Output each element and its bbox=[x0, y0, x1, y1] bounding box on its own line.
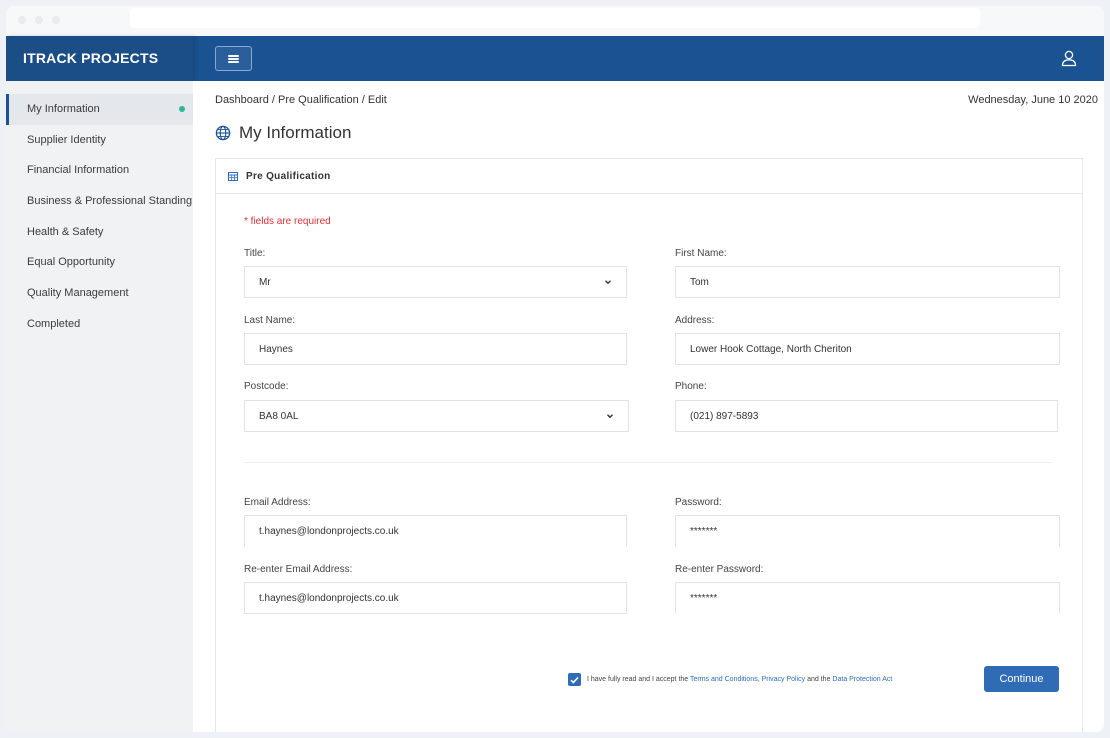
user-icon[interactable] bbox=[1060, 49, 1078, 67]
address-input[interactable] bbox=[690, 334, 1059, 364]
minimize-dot[interactable] bbox=[35, 16, 43, 24]
globe-icon bbox=[215, 125, 231, 141]
section-divider bbox=[244, 462, 1052, 463]
sidebar-item-financial-information[interactable]: Financial Information bbox=[6, 155, 193, 186]
main-content: Dashboard / Pre Qualification / Edit Wed… bbox=[193, 81, 1104, 732]
email-confirm-input[interactable] bbox=[259, 583, 626, 613]
sidebar-item-health-safety[interactable]: Health & Safety bbox=[6, 217, 193, 248]
password-input[interactable] bbox=[690, 516, 1059, 546]
address-bar[interactable] bbox=[130, 8, 980, 28]
last-name-label: Last Name: bbox=[244, 315, 296, 326]
sidebar-item-supplier-identity[interactable]: Supplier Identity bbox=[6, 125, 193, 156]
browser-chrome bbox=[6, 6, 1104, 36]
card-title: Pre Qualification bbox=[246, 170, 331, 182]
top-navbar: ITRACK PROJECTS bbox=[6, 36, 1104, 81]
maximize-dot[interactable] bbox=[52, 16, 60, 24]
password-confirm-label: Re-enter Password: bbox=[675, 564, 764, 575]
continue-button[interactable]: Continue bbox=[984, 666, 1059, 692]
agreement-prefix: I have fully read and I accept the bbox=[587, 676, 690, 683]
last-name-field[interactable] bbox=[244, 333, 627, 365]
sidebar-item-my-information[interactable]: My Information bbox=[6, 94, 193, 125]
sidebar-item-label: Supplier Identity bbox=[27, 133, 106, 146]
sidebar-item-label: Completed bbox=[27, 317, 81, 330]
phone-label: Phone: bbox=[675, 381, 707, 392]
phone-input[interactable] bbox=[690, 401, 1057, 431]
close-dot[interactable] bbox=[18, 16, 26, 24]
first-name-label: First Name: bbox=[675, 248, 727, 259]
agreement-text: I have fully read and I accept the Terms… bbox=[587, 676, 892, 683]
sidebar-item-label: Health & Safety bbox=[27, 225, 104, 238]
menu-toggle-button[interactable] bbox=[215, 46, 252, 71]
title-select[interactable]: Mr bbox=[244, 266, 627, 298]
postcode-label: Postcode: bbox=[244, 381, 289, 392]
chevron-down-icon bbox=[607, 414, 613, 419]
required-fields-note: * fields are required bbox=[244, 216, 331, 227]
sidebar-item-label: Financial Information bbox=[27, 164, 130, 177]
postcode-select[interactable]: BA8 0AL bbox=[244, 400, 629, 432]
table-icon bbox=[228, 171, 238, 181]
page-title: My Information bbox=[239, 123, 352, 142]
email-input[interactable] bbox=[259, 516, 626, 546]
pre-qualification-card: Pre Qualification * fields are required … bbox=[215, 158, 1083, 732]
password-field[interactable] bbox=[675, 515, 1060, 547]
hamburger-icon bbox=[228, 54, 239, 63]
breadcrumb-trail: / Pre Qualification / Edit bbox=[268, 94, 387, 106]
email-confirm-label: Re-enter Email Address: bbox=[244, 564, 353, 575]
password-label: Password: bbox=[675, 497, 722, 508]
address-label: Address: bbox=[675, 315, 715, 326]
chevron-down-icon bbox=[605, 280, 611, 285]
data-protection-link[interactable]: Data Protection Act bbox=[832, 676, 892, 683]
page-heading: My Information bbox=[215, 123, 351, 143]
title-label: Title: bbox=[244, 248, 266, 259]
sidebar-list: My Information Supplier Identity Financi… bbox=[6, 81, 193, 340]
email-confirm-field[interactable] bbox=[244, 582, 627, 614]
sidebar-item-label: Equal Opportunity bbox=[27, 256, 116, 269]
agreement-and: and the bbox=[805, 676, 833, 683]
privacy-policy-link[interactable]: Privacy Policy bbox=[762, 676, 806, 683]
sidebar-item-equal-opportunity[interactable]: Equal Opportunity bbox=[6, 247, 193, 278]
breadcrumb-dashboard-link[interactable]: Dashboard bbox=[215, 94, 269, 106]
phone-field[interactable] bbox=[675, 400, 1058, 432]
email-label: Email Address: bbox=[244, 497, 311, 508]
sidebar-item-completed[interactable]: Completed bbox=[6, 309, 193, 340]
sidebar: My Information Supplier Identity Financi… bbox=[6, 81, 193, 732]
email-field[interactable] bbox=[244, 515, 627, 547]
breadcrumb: Dashboard / Pre Qualification / Edit bbox=[215, 94, 387, 106]
window-controls bbox=[18, 16, 60, 24]
sidebar-item-business-professional-standing[interactable]: Business & Professional Standing bbox=[6, 186, 193, 217]
active-indicator bbox=[179, 106, 185, 112]
brand-logo[interactable]: ITRACK PROJECTS bbox=[6, 36, 193, 81]
accept-terms-checkbox[interactable] bbox=[568, 673, 581, 686]
first-name-field[interactable] bbox=[675, 266, 1060, 298]
card-header: Pre Qualification bbox=[216, 159, 1082, 194]
password-confirm-field[interactable] bbox=[675, 582, 1060, 614]
password-confirm-input[interactable] bbox=[690, 583, 1059, 613]
last-name-input[interactable] bbox=[259, 334, 626, 364]
sidebar-item-label: My Information bbox=[27, 103, 100, 115]
sidebar-item-quality-management[interactable]: Quality Management bbox=[6, 278, 193, 309]
sidebar-item-label: Quality Management bbox=[27, 287, 129, 300]
check-icon bbox=[570, 676, 579, 684]
terms-link[interactable]: Terms and Conditions bbox=[690, 676, 758, 683]
terms-agreement: I have fully read and I accept the Terms… bbox=[568, 673, 892, 686]
address-field[interactable] bbox=[675, 333, 1060, 365]
browser-window: ITRACK PROJECTS My Information Supplier … bbox=[6, 6, 1104, 732]
postcode-select-value: BA8 0AL bbox=[259, 410, 299, 422]
current-date: Wednesday, June 10 2020 bbox=[968, 94, 1098, 106]
title-select-value: Mr bbox=[259, 276, 271, 288]
sidebar-item-label: Business & Professional Standing bbox=[27, 195, 193, 208]
first-name-input[interactable] bbox=[690, 267, 1059, 297]
